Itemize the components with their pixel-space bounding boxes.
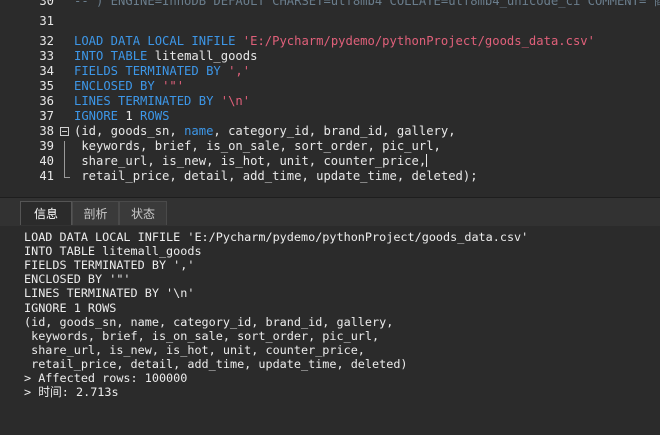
code-text: LINES TERMINATED BY '\n' bbox=[74, 94, 250, 109]
code-line[interactable]: 34 FIELDS TERMINATED BY ',' bbox=[0, 64, 660, 79]
line-number: 40 bbox=[39, 154, 54, 168]
message-output: LOAD DATA LOCAL INFILE 'E:/Pycharm/pydem… bbox=[0, 226, 660, 435]
code-text: share_url, is_new, is_hot, unit, counter… bbox=[74, 154, 428, 169]
code-line[interactable]: 40 share_url, is_new, is_hot, unit, coun… bbox=[0, 154, 660, 169]
output-line: FIELDS TERMINATED BY ',' bbox=[24, 258, 195, 273]
code-text: LOAD DATA LOCAL INFILE 'E:/Pycharm/pydem… bbox=[74, 34, 595, 49]
code-text: FIELDS TERMINATED BY ',' bbox=[74, 64, 250, 79]
output-line: (id, goods_sn, name, category_id, brand_… bbox=[24, 314, 394, 329]
code-token: -- ) ENGINE=InnoDB DEFAULT CHARSET=utf8m… bbox=[74, 0, 660, 8]
code-token: ROWS bbox=[132, 109, 170, 123]
code-line[interactable]: 36 LINES TERMINATED BY '\n' bbox=[0, 94, 660, 109]
output-line: share_url, is_new, is_hot, unit, counter… bbox=[24, 342, 365, 357]
code-token: ENCLOSED BY bbox=[74, 79, 163, 93]
tab-status[interactable]: 状态 bbox=[119, 201, 167, 225]
line-number: 36 bbox=[39, 94, 54, 108]
code-token: LINES TERMINATED BY bbox=[74, 94, 221, 108]
code-token: (id, goods_sn, bbox=[74, 124, 185, 138]
output-line: > 时间: 2.713s bbox=[24, 385, 119, 400]
code-token: share_url, is_new, is_hot, unit, counter… bbox=[74, 154, 427, 168]
result-tabs: 信息 剖析 状态 bbox=[0, 197, 660, 227]
code-text: retail_price, detail, add_time, update_t… bbox=[74, 169, 478, 184]
code-token: INTO TABLE bbox=[74, 49, 155, 63]
code-token: name bbox=[184, 124, 214, 138]
code-line[interactable]: 41 retail_price, detail, add_time, updat… bbox=[0, 169, 660, 184]
code-line[interactable]: 31 bbox=[0, 14, 660, 29]
code-token: , category_id, brand_id, gallery, bbox=[213, 124, 456, 138]
code-text: keywords, brief, is_on_sale, sort_order,… bbox=[74, 139, 441, 154]
output-line: keywords, brief, is_on_sale, sort_order,… bbox=[24, 328, 380, 343]
line-number: 30 bbox=[39, 0, 54, 8]
line-number: 38 bbox=[39, 124, 54, 138]
line-number: 37 bbox=[39, 109, 54, 123]
fold-guide bbox=[64, 141, 65, 177]
code-line[interactable]: 30 -- ) ENGINE=InnoDB DEFAULT CHARSET=utf… bbox=[0, 0, 660, 9]
line-number: 33 bbox=[39, 49, 54, 63]
code-token: FIELDS TERMINATED BY bbox=[74, 64, 229, 78]
output-line: LINES TERMINATED BY '\n' bbox=[24, 286, 195, 301]
code-line[interactable]: 32 LOAD DATA LOCAL INFILE 'E:/Pycharm/pyd… bbox=[0, 34, 660, 49]
code-token: 1 bbox=[125, 109, 133, 123]
tab-info[interactable]: 信息 bbox=[20, 201, 72, 225]
line-number: 39 bbox=[39, 139, 54, 153]
line-number: 32 bbox=[39, 34, 54, 48]
output-line: INTO TABLE litemall_goods bbox=[24, 244, 202, 259]
output-line: IGNORE 1 ROWS bbox=[24, 300, 117, 315]
code-token: LOAD DATA LOCAL INFILE bbox=[74, 34, 243, 48]
code-text: (id, goods_sn, name, category_id, brand_… bbox=[74, 124, 456, 139]
code-token: retail_price, detail, add_time, update_t… bbox=[74, 169, 478, 183]
line-number: 35 bbox=[39, 79, 54, 93]
line-number: 31 bbox=[39, 14, 54, 28]
code-token: IGNORE bbox=[74, 109, 126, 123]
code-token: ',' bbox=[228, 64, 251, 78]
fold-guide-end bbox=[64, 177, 70, 178]
output-line: > Affected rows: 100000 bbox=[24, 371, 188, 385]
code-text: ENCLOSED BY '"' bbox=[74, 79, 184, 94]
code-text: INTO TABLE litemall_goods bbox=[74, 49, 257, 64]
code-token: '\n' bbox=[220, 94, 251, 108]
fold-toggle-icon[interactable] bbox=[60, 127, 69, 136]
code-token: 'E:/Pycharm/pydemo/pythonProject/goods_d… bbox=[242, 34, 595, 48]
code-text: IGNORE 1 ROWS bbox=[74, 109, 169, 124]
sql-editor[interactable]: 30 -- ) ENGINE=InnoDB DEFAULT CHARSET=utf… bbox=[0, 0, 660, 197]
tab-profile[interactable]: 剖析 bbox=[72, 201, 119, 225]
line-number: 34 bbox=[39, 64, 54, 78]
code-line[interactable]: 39 keywords, brief, is_on_sale, sort_ord… bbox=[0, 139, 660, 154]
line-number: 41 bbox=[39, 169, 54, 183]
output-line: LOAD DATA LOCAL INFILE 'E:/Pycharm/pydem… bbox=[24, 230, 529, 244]
code-token: litemall_goods bbox=[154, 49, 258, 63]
output-line: retail_price, detail, add_time, update_t… bbox=[24, 356, 408, 371]
code-line[interactable]: 37 IGNORE 1 ROWS bbox=[0, 109, 660, 124]
code-token: '"' bbox=[162, 79, 185, 93]
code-text: -- ) ENGINE=InnoDB DEFAULT CHARSET=utf8m… bbox=[74, 0, 660, 9]
code-line[interactable]: 33 INTO TABLE litemall_goods bbox=[0, 49, 660, 64]
code-line[interactable]: 35 ENCLOSED BY '"' bbox=[0, 79, 660, 94]
output-line: ENCLOSED BY '"' bbox=[24, 272, 131, 287]
code-line[interactable]: 38 (id, goods_sn, name, category_id, bran… bbox=[0, 124, 660, 139]
text-caret bbox=[426, 154, 428, 167]
code-token: keywords, brief, is_on_sale, sort_order,… bbox=[74, 139, 441, 153]
